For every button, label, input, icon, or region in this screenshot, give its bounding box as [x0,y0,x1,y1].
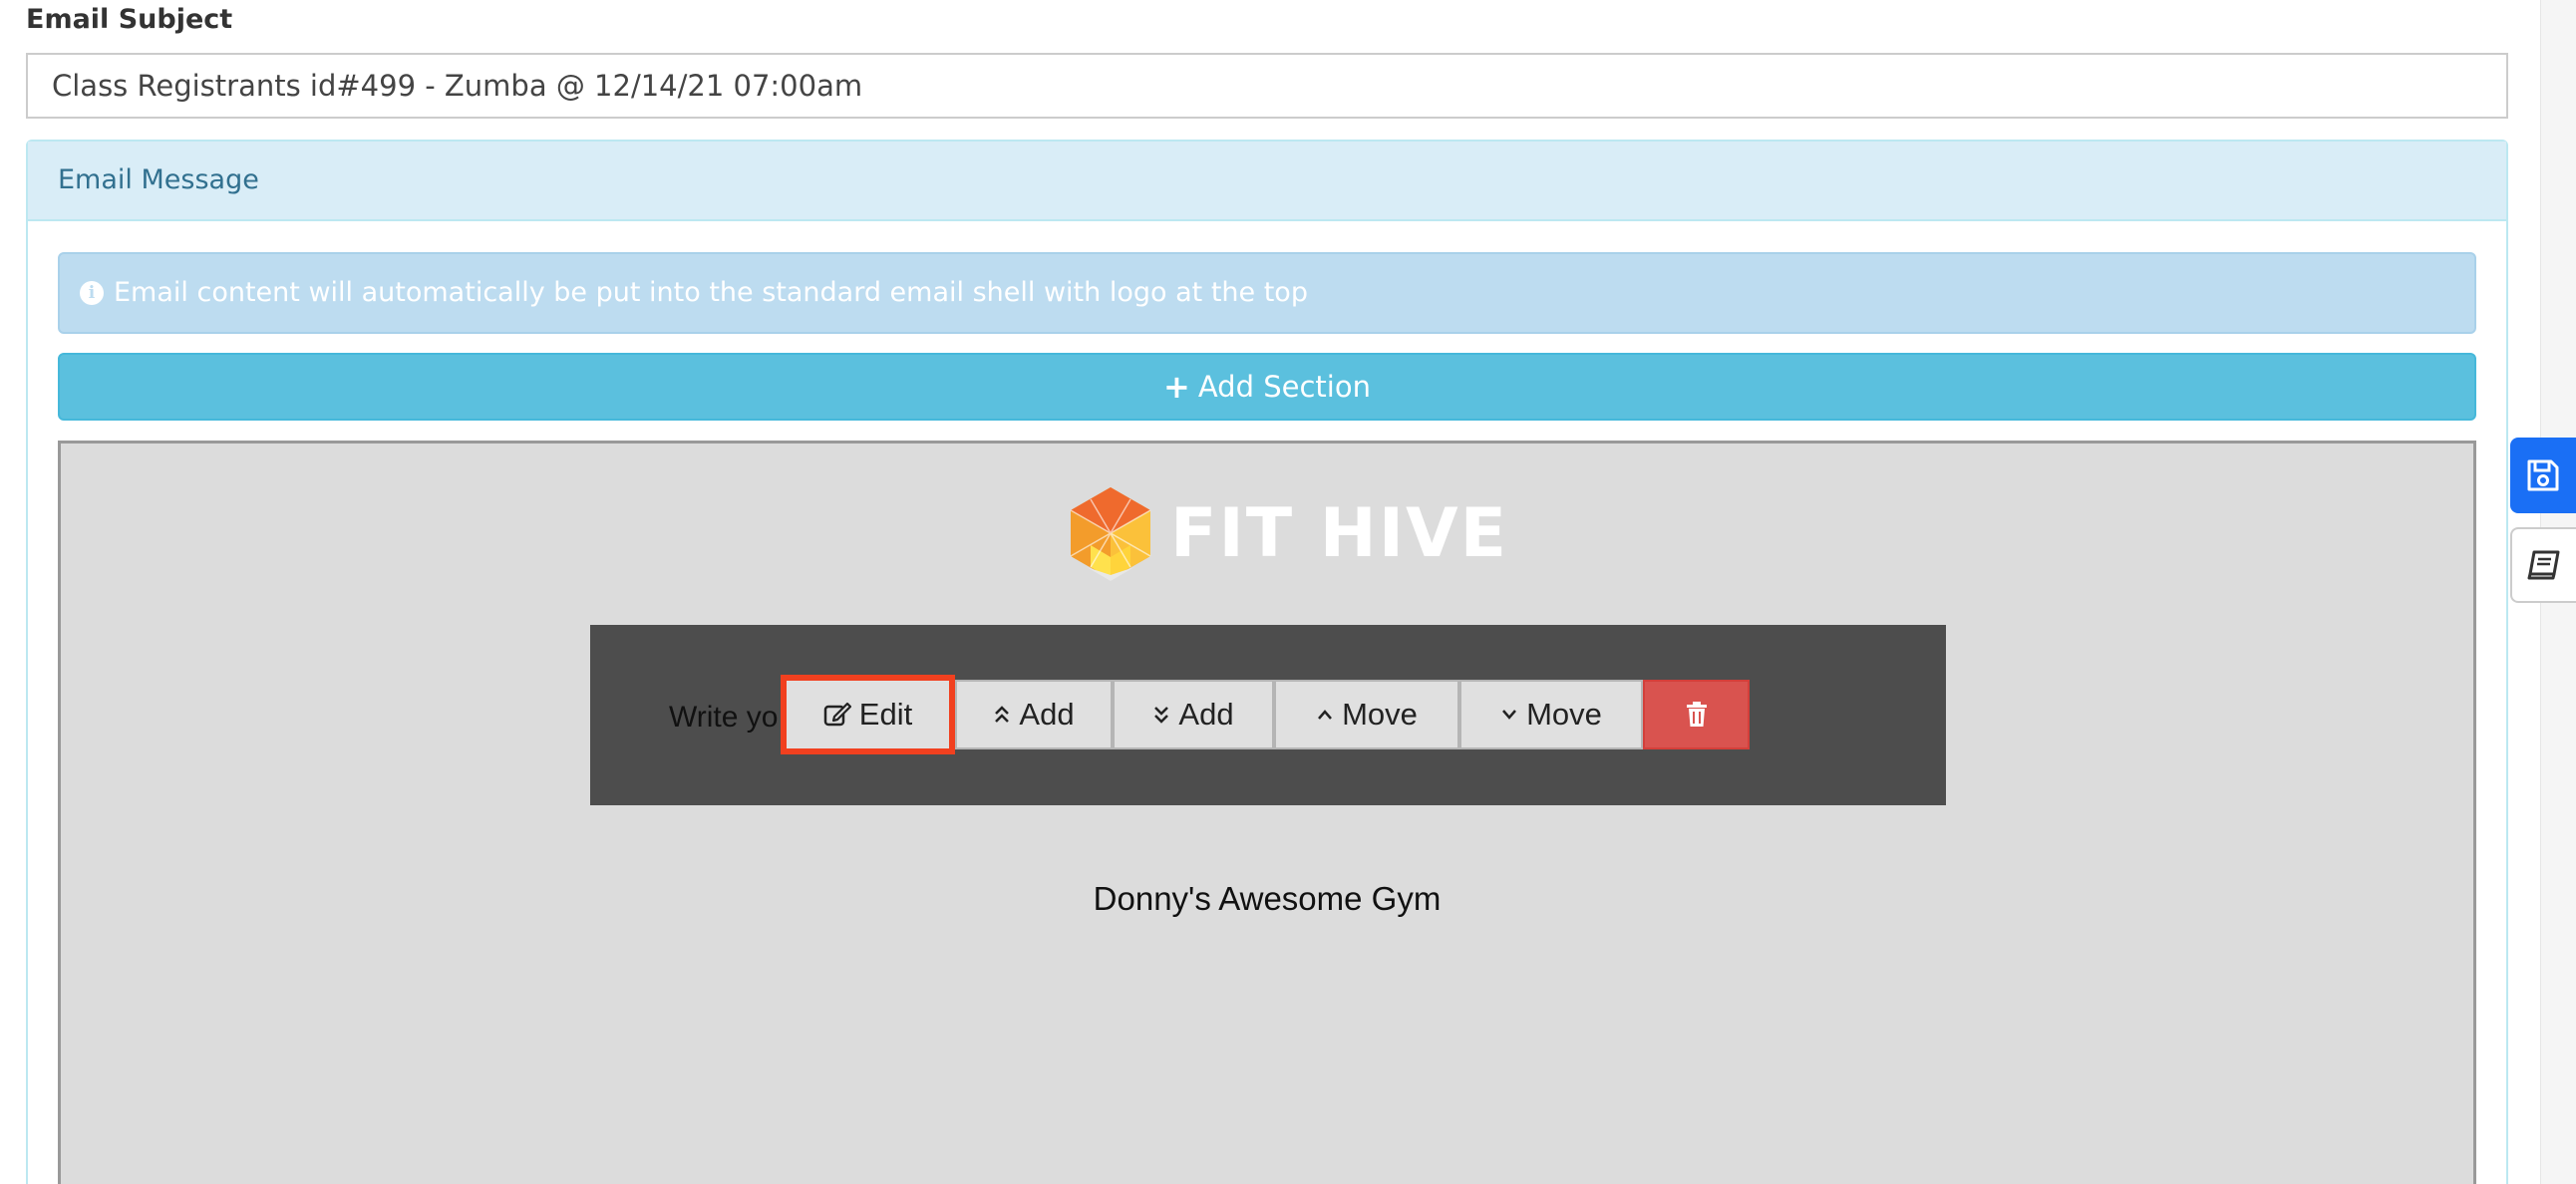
hive-logo-icon [1070,487,1151,581]
chevron-down-icon [1502,710,1517,720]
add-section-button[interactable]: + Add Section [58,353,2476,421]
fit-hive-logo: FIT HIVE [1067,485,1508,581]
double-chevron-up-icon [995,706,1010,723]
edit-icon [823,702,851,727]
chevron-up-icon [1318,710,1333,720]
move-up-label: Move [1342,697,1418,732]
email-message-panel: Email Message i Email content will autom… [26,140,2508,1184]
book-icon [2527,550,2560,580]
email-message-heading: Email Message [28,142,2506,221]
delete-section-button[interactable] [1643,680,1750,749]
floppy-disk-icon [2527,459,2559,491]
move-up-button[interactable]: Move [1274,680,1459,749]
info-alert-text: Email content will automatically be put … [114,277,1308,308]
save-tab-button[interactable] [2510,438,2576,513]
edit-label: Edit [858,697,913,732]
section-toolbar: Edit Add Add Move Move [781,675,1750,754]
email-section-block[interactable]: Write yo Edit Add Add Move Move [590,625,1946,805]
move-down-button[interactable]: Move [1459,680,1643,749]
add-below-label: Add [1178,697,1234,732]
email-subject-input[interactable] [26,53,2508,119]
add-above-label: Add [1019,697,1075,732]
add-below-button[interactable]: Add [1113,680,1274,749]
add-section-label: Add Section [1197,370,1371,404]
email-preview-canvas: FIT HIVE Write yo Edit Add Add Move Move… [58,441,2476,1184]
section-placeholder-text: Write yo [669,701,779,734]
logo-text: FIT HIVE [1170,493,1509,573]
email-subject-label: Email Subject [26,4,233,35]
info-alert: i Email content will automatically be pu… [58,252,2476,334]
move-down-label: Move [1526,697,1602,732]
edit-button[interactable]: Edit [781,675,955,754]
book-tab-button[interactable] [2510,527,2576,603]
plus-icon: + [1163,368,1190,406]
info-circle-icon: i [80,281,104,305]
double-chevron-down-icon [1154,707,1169,724]
add-above-button[interactable]: Add [955,680,1113,749]
trash-icon [1686,702,1707,727]
gym-name-text: Donny's Awesome Gym [1093,880,1442,917]
